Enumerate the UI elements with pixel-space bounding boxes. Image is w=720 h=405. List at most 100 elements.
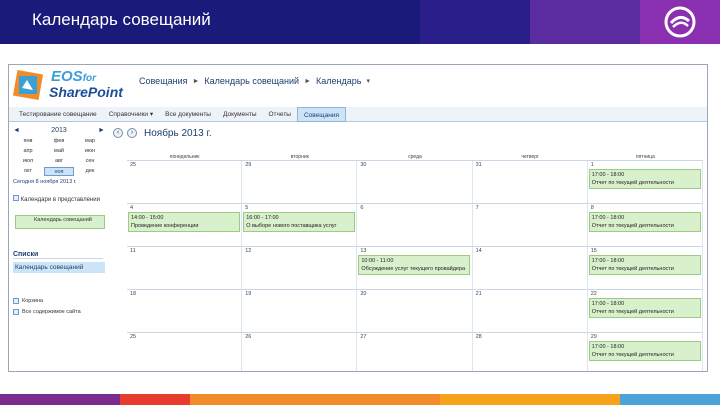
day-number[interactable]: 12: [245, 248, 251, 254]
month-cell[interactable]: мар: [75, 137, 105, 146]
calendar-event[interactable]: 10:00 - 11:00 Обсуждение услуг текущего п…: [358, 255, 471, 275]
calendar-day[interactable]: 25: [127, 161, 243, 203]
recycle-bin-link[interactable]: Корзина: [13, 295, 81, 306]
calendar-event[interactable]: 17:00 - 18:00 Отчет по текущей деятельнос…: [588, 169, 701, 189]
day-number[interactable]: 31: [476, 162, 482, 168]
tab-all-documents[interactable]: Все документы: [159, 107, 217, 122]
weekday-label: среда: [408, 155, 422, 160]
day-number[interactable]: 25: [130, 334, 136, 340]
calendar-day[interactable]: 29 17:00 - 18:00 Отчет по текущей деятельн…: [588, 333, 703, 371]
calendar-day[interactable]: 19: [242, 290, 358, 332]
calendar-day[interactable]: 18: [127, 290, 243, 332]
calendar-event[interactable]: 16:00 - 17:00 О выборе нового поставщика …: [243, 212, 356, 232]
day-number[interactable]: 14: [476, 248, 482, 254]
day-number[interactable]: 7: [476, 205, 479, 211]
calendar-event[interactable]: 14:00 - 15:00 Проведение конференции: [128, 212, 240, 232]
calendar-day[interactable]: 25: [127, 333, 243, 371]
day-number[interactable]: 21: [476, 291, 482, 297]
day-number[interactable]: 13: [360, 248, 366, 254]
calendar-day[interactable]: 6: [357, 204, 473, 246]
chevron-down-icon[interactable]: ▾: [366, 77, 370, 85]
calendar-week: 4 14:00 - 15:00 Проведение конференции 5 16:…: [127, 203, 703, 246]
lists-heading[interactable]: Списки: [13, 251, 103, 259]
calendar-main: ‹ › Ноябрь 2013 г. понедельник вторник с…: [113, 125, 705, 371]
tab-directories[interactable]: Справочники ▾: [103, 107, 159, 122]
month-cell[interactable]: май: [44, 147, 74, 156]
calendar-day[interactable]: 21: [473, 290, 588, 332]
day-number[interactable]: 26: [245, 334, 251, 340]
prev-year-icon[interactable]: ◄: [13, 127, 20, 134]
calendar-day[interactable]: 27: [357, 333, 473, 371]
list-item-meeting-calendar[interactable]: Календарь совещаний: [13, 262, 105, 273]
prev-month-button[interactable]: ‹: [113, 128, 123, 138]
event-title: Отчет по текущей деятельности: [591, 223, 674, 229]
calendar-day[interactable]: 1 17:00 - 18:00 Отчет по текущей деятельно…: [588, 161, 703, 203]
calendar-day[interactable]: 28: [473, 333, 588, 371]
day-number[interactable]: 6: [360, 205, 363, 211]
bar-segment: [190, 394, 440, 405]
calendar-day[interactable]: 12: [242, 247, 358, 289]
month-cell[interactable]: авг: [44, 157, 74, 166]
today-link[interactable]: Сегодня 8 ноября 2013 г.: [13, 179, 77, 185]
month-cell[interactable]: апр: [13, 147, 43, 156]
calendar-day[interactable]: 14: [473, 247, 588, 289]
month-cell[interactable]: дек: [75, 167, 105, 176]
calendar-day[interactable]: 20: [357, 290, 473, 332]
day-number[interactable]: 29: [245, 162, 251, 168]
tab-test-meeting[interactable]: Тестирование совещание: [13, 107, 103, 122]
day-number[interactable]: 20: [360, 291, 366, 297]
day-number[interactable]: 5: [245, 205, 248, 211]
slide: Календарь совещаний EOSfor SharePoint Со…: [0, 0, 720, 405]
day-number[interactable]: 27: [360, 334, 366, 340]
calendar-day[interactable]: 8 17:00 - 18:00 Отчет по текущей деятельно…: [588, 204, 703, 246]
calendar-day[interactable]: 13 10:00 - 11:00 Обсуждение услуг текущего…: [357, 247, 473, 289]
day-number[interactable]: 15: [591, 248, 597, 254]
month-cell[interactable]: фев: [44, 137, 74, 146]
calendar-event[interactable]: 17:00 - 18:00 Отчет по текущей деятельнос…: [588, 298, 701, 318]
breadcrumb-item[interactable]: Совещания: [139, 76, 187, 86]
day-number[interactable]: 18: [130, 291, 136, 297]
calendar-day[interactable]: 22 17:00 - 18:00 Отчет по текущей деятельн…: [588, 290, 703, 332]
calendar-day[interactable]: 4 14:00 - 15:00 Проведение конференции: [127, 204, 243, 246]
calendar-day[interactable]: 26: [242, 333, 358, 371]
month-cell-selected[interactable]: ноя: [44, 167, 74, 176]
calendar-day[interactable]: 11: [127, 247, 243, 289]
event-time: 17:00 - 18:00: [591, 344, 625, 350]
day-number[interactable]: 1: [591, 162, 594, 168]
calendar-day[interactable]: 5 16:00 - 17:00 О выборе нового поставщика…: [242, 204, 358, 246]
day-number[interactable]: 11: [130, 248, 136, 254]
header-band: [420, 0, 530, 44]
month-cell[interactable]: июл: [13, 157, 43, 166]
all-site-content-link[interactable]: Все содержимое сайта: [13, 306, 81, 317]
calendar-day[interactable]: 15 17:00 - 18:00 Отчет по текущей деятельн…: [588, 247, 703, 289]
month-cell[interactable]: янв: [13, 137, 43, 146]
day-number[interactable]: 28: [476, 334, 482, 340]
day-number[interactable]: 8: [591, 205, 594, 211]
month-cell[interactable]: окт: [13, 167, 43, 176]
day-number[interactable]: 25: [130, 162, 136, 168]
day-number[interactable]: 30: [360, 162, 366, 168]
month-title: Ноябрь 2013 г.: [144, 127, 212, 139]
tab-meetings[interactable]: Совещания: [296, 106, 346, 122]
calendar-event[interactable]: 17:00 - 18:00 Отчет по текущей деятельнос…: [588, 255, 701, 275]
calendar-event[interactable]: 17:00 - 18:00 Отчет по текущей деятельнос…: [588, 212, 701, 232]
day-number[interactable]: 19: [245, 291, 251, 297]
breadcrumb-item[interactable]: Календарь совещаний: [204, 76, 299, 86]
breadcrumb-item[interactable]: Календарь: [316, 76, 361, 86]
calendar-event[interactable]: 17:00 - 18:00 Отчет по текущей деятельнос…: [588, 341, 701, 361]
next-month-button[interactable]: ›: [127, 128, 137, 138]
calendar-overlay-item[interactable]: Календарь совещаний: [15, 215, 105, 229]
next-year-icon[interactable]: ►: [98, 127, 105, 134]
month-cell[interactable]: сен: [75, 157, 105, 166]
tab-reports[interactable]: Отчеты: [263, 107, 297, 122]
month-cell[interactable]: июн: [75, 147, 105, 156]
calendar-day[interactable]: 31: [473, 161, 588, 203]
bar-segment: [0, 394, 120, 405]
calendar-day[interactable]: 7: [473, 204, 588, 246]
tab-documents[interactable]: Документы: [217, 107, 263, 122]
calendar-day[interactable]: 29: [242, 161, 358, 203]
day-number[interactable]: 4: [130, 205, 133, 211]
day-number[interactable]: 22: [591, 291, 597, 297]
day-number[interactable]: 29: [591, 334, 597, 340]
calendar-day[interactable]: 30: [357, 161, 473, 203]
